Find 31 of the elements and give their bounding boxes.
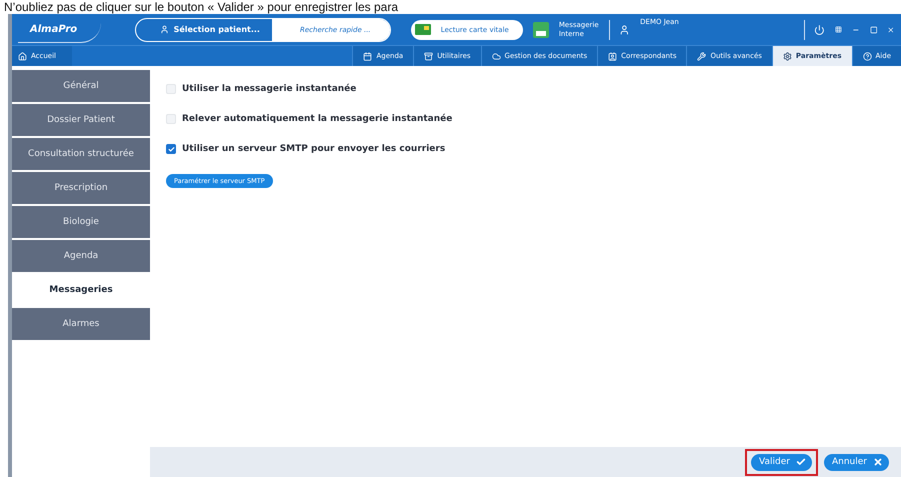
- home-icon: [18, 52, 27, 60]
- sidebar-item[interactable]: Dossier Patient: [12, 104, 150, 136]
- option-label: Utiliser un serveur SMTP pour envoyer les courriers: [182, 144, 446, 154]
- sidebar-item[interactable]: Biologie: [12, 206, 150, 238]
- sidebar-item[interactable]: Prescription: [12, 172, 150, 204]
- maximize-icon[interactable]: [870, 24, 878, 34]
- help-icon: [862, 52, 872, 60]
- card-icon: [414, 24, 431, 35]
- grid-icon[interactable]: [835, 25, 842, 34]
- sidebar-item[interactable]: Consultation structurée: [12, 138, 150, 170]
- cloud-icon: [492, 52, 501, 60]
- contact-card-icon: [608, 52, 618, 60]
- wrench-icon: [697, 52, 706, 60]
- sidebar-item[interactable]: Agenda: [12, 240, 150, 272]
- logo: AlmaPro: [18, 16, 101, 42]
- cancel-button[interactable]: Annuler: [824, 454, 889, 470]
- caption-text: N’oubliez pas de cliquer sur le bouton « Valider » pour enregistrer les para: [4, 0, 398, 14]
- option-label: Relever automatiquement la messagerie instantanée: [182, 114, 452, 124]
- calendar-icon: [363, 52, 372, 60]
- user-icon: [619, 22, 630, 36]
- validate-button[interactable]: Valider: [751, 454, 812, 470]
- sidebar-item[interactable]: Général: [12, 70, 150, 102]
- sidebar-item[interactable]: Alarmes: [12, 308, 150, 340]
- close-icon[interactable]: [887, 24, 895, 34]
- settings-icon: [782, 52, 792, 60]
- close-icon: [873, 457, 883, 467]
- power-icon[interactable]: [814, 22, 826, 36]
- option-label: Utiliser la messagerie instantanée: [182, 84, 356, 94]
- box-icon: [424, 52, 434, 60]
- checkbox[interactable]: [166, 144, 176, 154]
- check-icon: [796, 457, 806, 467]
